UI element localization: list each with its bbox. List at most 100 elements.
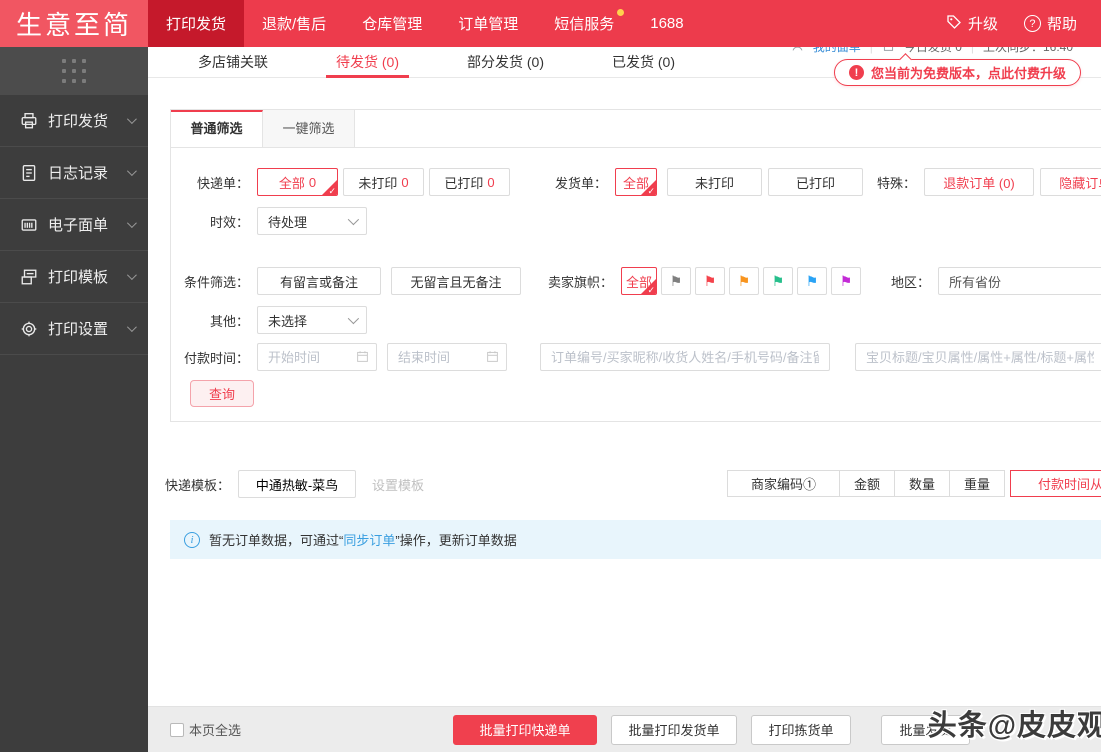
upgrade-notice-bubble[interactable]: ! 您当前为免费版本，点此付费升级 [834,59,1082,86]
chevron-down-icon [126,114,137,125]
sort-merchant-code-button[interactable]: 商家编码① [727,470,840,497]
express-unprinted-button[interactable]: 未打印 0 [343,168,424,196]
sync-orders-link[interactable]: 同步订单 [343,533,395,548]
main-content: 多店铺关联 待发货 (0) 部分发货 (0) 已发货 (0) 我的面单 | 今日… [148,40,1101,752]
query-button[interactable]: 查询 [190,380,254,407]
sidebar-item-logs[interactable]: 日志记录 [0,147,148,199]
chevron-down-icon [126,166,137,177]
hidden-orders-button[interactable]: 隐藏订单 (0) [1040,168,1101,196]
calendar-icon [356,350,369,366]
sidebar-item-print-ship[interactable]: 打印发货 [0,95,148,147]
tab-normal-filter[interactable]: 普通筛选 [171,110,263,147]
tag-icon [946,14,962,34]
nav-sms[interactable]: 短信服务 [536,0,632,47]
order-search-input[interactable] [540,343,830,371]
nav-refund[interactable]: 退款/售后 [244,0,344,47]
sort-quantity-button[interactable]: 数量 [894,470,951,497]
express-printed-button[interactable]: 已打印 0 [429,168,510,196]
filter-row-condition: 条件筛选： 有留言或备注 无留言且无备注 卖家旗帜： 全部 ⚑ ⚑ ⚑ ⚑ ⚑ … [171,267,1101,295]
chevron-down-icon [126,218,137,229]
filter-row-query: 查询 [171,380,1101,407]
top-nav: 打印发货 退款/售后 仓库管理 订单管理 短信服务 1688 [148,0,702,47]
sort-amount-button[interactable]: 金额 [839,470,896,497]
flag-green-button[interactable]: ⚑ [763,267,794,295]
bottom-action-bar: 本页全选 批量打印快递单 批量打印发货单 打印拣货单 批量发货 [148,706,1101,752]
other-select[interactable]: 未选择 [257,306,367,334]
ship-printed-button[interactable]: 已打印 [768,168,864,196]
sidebar-drag-handle[interactable] [0,47,148,95]
chevron-down-icon [126,322,137,333]
flag-gray-button[interactable]: ⚑ [661,267,692,295]
chevron-down-icon [126,270,137,281]
tab-partial-ship[interactable]: 部分发货 (0) [457,47,554,77]
flag-purple-button[interactable]: ⚑ [831,267,862,295]
batch-ship-button[interactable]: 批量发货 [881,714,970,745]
no-message-button[interactable]: 无留言且无备注 [391,267,521,295]
region-input[interactable] [938,267,1101,295]
end-date-field[interactable] [387,343,507,371]
grid-dots-icon [62,59,86,83]
ship-unprinted-button[interactable]: 未打印 [667,168,763,196]
batch-print-express-button[interactable]: 批量打印快递单 [453,714,597,745]
ship-all-button[interactable]: 全部 [615,168,658,196]
print-pick-list-button[interactable]: 打印拣货单 [751,714,851,745]
nav-print-ship[interactable]: 打印发货 [148,0,245,47]
select-all-wrap: 本页全选 [170,720,241,739]
sort-payment-time-button[interactable]: 付款时间从近到远 [1010,470,1101,497]
tab-multi-shop[interactable]: 多店铺关联 [188,47,278,77]
tab-shipped[interactable]: 已发货 (0) [602,47,685,77]
set-template-link[interactable]: 设置模板 [372,475,424,494]
flag-icon: ⚑ [839,272,853,289]
sidebar-item-ewaybill[interactable]: 电子面单 [0,199,148,251]
app-logo: 生意至简 [0,0,148,47]
refund-orders-button[interactable]: 退款订单 (0) [924,168,1035,196]
sidebar-item-templates[interactable]: 打印模板 [0,251,148,303]
filter-row-timeliness: 时效： 待处理 [171,207,1101,235]
chevron-down-icon [347,312,360,325]
flag-all-button[interactable]: 全部 [621,267,658,295]
sort-button-group: 商家编码① 金额 数量 重量 付款时间从近到远 [727,470,1101,497]
empty-orders-info-bar: i 暂无订单数据，可通过“同步订单”操作，更新订单数据 [170,520,1101,559]
nav-orders[interactable]: 订单管理 [440,0,536,47]
gear-icon [20,320,38,338]
nav-warehouse[interactable]: 仓库管理 [344,0,440,47]
select-all-checkbox[interactable] [170,722,184,737]
filter-row-express: 快递单： 全部0 未打印0 已打印0 发货单： 全部 未打印 已打印 特殊： 退… [171,168,1101,196]
has-message-button[interactable]: 有留言或备注 [257,267,381,295]
item-search-input[interactable] [855,343,1101,371]
printer-icon [20,112,38,130]
help-button[interactable]: ? 帮助 [1023,13,1077,34]
log-icon [20,164,38,182]
batch-buttons: 批量打印快递单 批量打印发货单 打印拣货单 批量发货 [453,714,970,745]
filter-row-other: 其他： 未选择 [171,306,1101,334]
exclamation-icon: ! [849,65,865,80]
filter-row-payment-time: 付款时间： [171,343,1101,371]
filter-panel: 普通筛选 一键筛选 快递单： 全部0 未打印0 已打印0 发货单： 全部 未打印… [170,109,1101,422]
sidebar: 打印发货 日志记录 电子面单 打印模板 打印设置 [0,47,148,752]
batch-print-ship-button[interactable]: 批量打印发货单 [611,714,737,745]
top-nav-bar: 生意至简 打印发货 退款/售后 仓库管理 订单管理 短信服务 1688 升级 ?… [0,0,1101,47]
timeliness-select[interactable]: 待处理 [257,207,367,235]
flag-icon: ⚑ [771,272,785,289]
calendar-icon [486,350,499,366]
sidebar-item-print-settings[interactable]: 打印设置 [0,303,148,355]
flag-orange-button[interactable]: ⚑ [729,267,760,295]
flag-red-button[interactable]: ⚑ [695,267,726,295]
info-icon: i [184,531,200,548]
nav-1688[interactable]: 1688 [632,0,701,47]
app-window: 生意至简 打印发货 退款/售后 仓库管理 订单管理 短信服务 1688 升级 ?… [0,0,1101,752]
flag-icon: ⚑ [805,272,819,289]
sort-weight-button[interactable]: 重量 [949,470,1006,497]
chevron-down-icon [347,213,360,226]
tab-quick-filter[interactable]: 一键筛选 [263,110,355,147]
select-all-label: 本页全选 [189,723,242,738]
upgrade-button[interactable]: 升级 [946,13,998,34]
template-row: 快递模板： 中通热敏-菜鸟 设置模板 商家编码① 金额 数量 重量 付款时间从近… [148,470,1101,498]
flag-blue-button[interactable]: ⚑ [797,267,828,295]
express-all-button[interactable]: 全部 0 [257,168,338,196]
header-right: 升级 ? 帮助 [946,0,1101,47]
express-template-button[interactable]: 中通热敏-菜鸟 [238,470,357,498]
start-date-field[interactable] [257,343,377,371]
tab-pending-ship[interactable]: 待发货 (0) [326,47,409,78]
template-icon [20,268,38,286]
